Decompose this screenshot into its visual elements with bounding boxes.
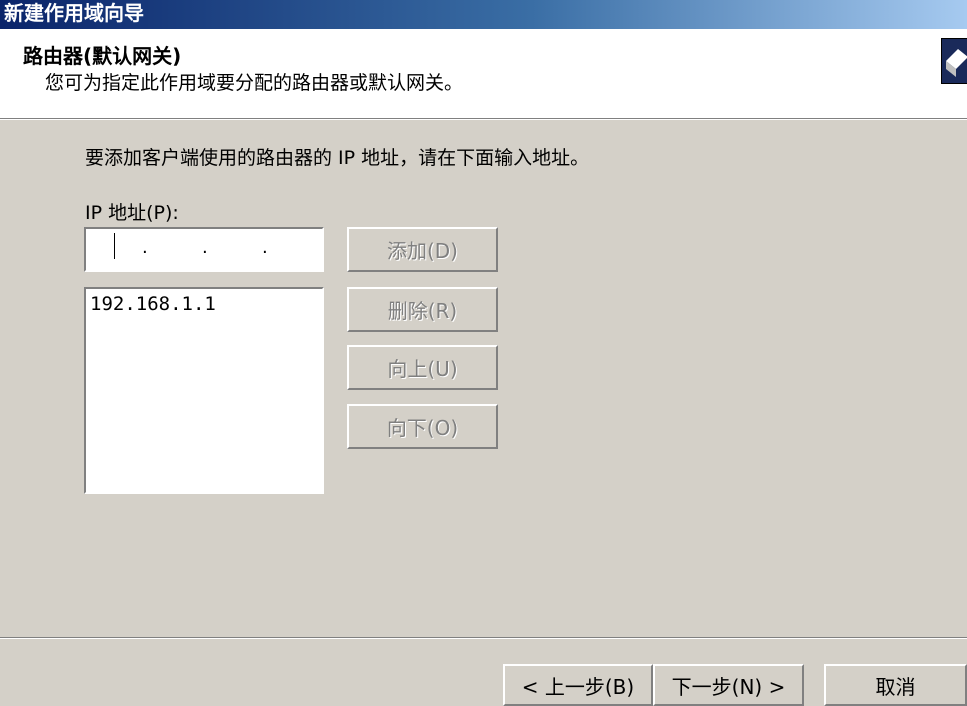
window-title-bar[interactable]: 新建作用域向导 [0,0,967,29]
wizard-logo-icon [941,38,967,84]
ip-octet-separator: . [262,237,268,258]
page-title: 路由器(默认网关) [23,44,182,68]
cancel-button[interactable]: 取消 [824,664,967,706]
header-divider [0,118,967,120]
back-button[interactable]: < 上一步(B) [503,664,653,706]
ip-address-label: IP 地址(P): [85,202,179,224]
ip-address-input[interactable]: . . . [84,227,324,272]
move-up-button[interactable]: 向上(U) [347,345,498,390]
move-down-button[interactable]: 向下(O) [347,404,498,449]
list-item[interactable]: 192.168.1.1 [90,293,318,315]
wizard-header: 路由器(默认网关) 您可为指定此作用域要分配的路由器或默认网关。 [0,29,967,118]
text-caret [114,233,115,259]
window-title: 新建作用域向导 [4,1,144,25]
remove-button[interactable]: 删除(R) [347,287,498,332]
next-button[interactable]: 下一步(N) > [653,664,804,706]
footer-divider [0,637,967,639]
router-address-list[interactable]: 192.168.1.1 [84,287,324,494]
add-button[interactable]: 添加(D) [347,227,498,272]
page-subtitle: 您可为指定此作用域要分配的路由器或默认网关。 [45,72,464,94]
ip-octet-separator: . [202,237,208,258]
instruction-text: 要添加客户端使用的路由器的 IP 地址，请在下面输入地址。 [85,147,590,169]
ip-octet-separator: . [142,237,148,258]
